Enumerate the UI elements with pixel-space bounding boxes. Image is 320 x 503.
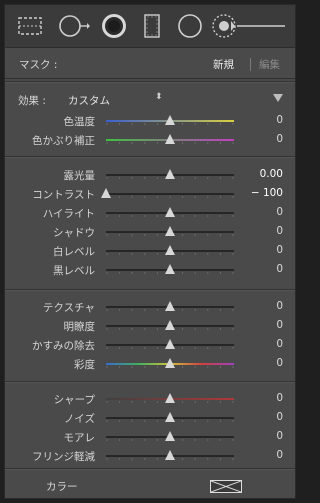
slider-row-defringe: フリンジ軽減 0 [5, 447, 295, 465]
sharpness-slider-thumb[interactable] [165, 393, 175, 403]
section-divider [5, 289, 295, 291]
tint-value[interactable]: 0 [276, 133, 283, 145]
dehaze-value[interactable]: 0 [276, 338, 283, 350]
saturation-value[interactable]: 0 [276, 357, 283, 369]
highlights-slider-thumb[interactable] [165, 207, 175, 217]
saturation-slider-thumb[interactable] [165, 358, 175, 368]
tint-label: 色かぶり補正 [32, 135, 95, 147]
shadows-label: シャドウ [53, 227, 95, 239]
range-mask-brush-size-icon[interactable] [211, 13, 289, 39]
mask-label: マスク : [19, 59, 58, 71]
dehaze-label: かすみの除去 [32, 340, 95, 352]
slider-row-texture: テクスチャ 0 [5, 298, 295, 316]
tint-slider-thumb[interactable] [165, 134, 175, 144]
defringe-label: フリンジ軽減 [32, 451, 95, 463]
slider-row-dehaze: かすみの除去 0 [5, 336, 295, 354]
slider-row-saturation: 彩度 0 [5, 355, 295, 373]
contrast-slider-track[interactable] [106, 193, 234, 195]
clarity-label: 明瞭度 [63, 321, 96, 333]
temp-slider-thumb[interactable] [165, 115, 175, 125]
effect-label: 効果 : [18, 95, 46, 107]
effect-row: 効果 : カスタム ⬍ [5, 91, 295, 109]
blacks-label: 黒レベル [53, 265, 95, 277]
temp-label: 色温度 [63, 116, 96, 128]
section-divider [5, 156, 295, 158]
section-divider [5, 381, 295, 383]
exposure-slider-thumb[interactable] [165, 169, 175, 179]
crop-overlay-tool-icon[interactable] [139, 13, 165, 39]
whites-label: 白レベル [53, 246, 95, 258]
color-label: カラー [46, 481, 78, 493]
shadows-value[interactable]: 0 [276, 225, 283, 237]
spot-removal-tool-icon[interactable] [57, 13, 91, 39]
dehaze-slider-thumb[interactable] [165, 339, 175, 349]
adjustment-brush-tool-icon[interactable] [99, 13, 129, 39]
mask-separator [250, 58, 251, 71]
saturation-label: 彩度 [74, 359, 95, 371]
blacks-slider-thumb[interactable] [165, 264, 175, 274]
whites-slider-thumb[interactable] [165, 245, 175, 255]
blacks-value[interactable]: 0 [276, 263, 283, 275]
texture-label: テクスチャ [42, 302, 95, 314]
defringe-slider-thumb[interactable] [165, 450, 175, 460]
contrast-slider-ticks [106, 196, 234, 198]
effect-preset-dropdown[interactable]: カスタム [68, 93, 110, 108]
slider-row-shadows: シャドウ 0 [5, 223, 295, 241]
slider-row-tint: 色かぶり補正 0 [5, 131, 295, 149]
whites-value[interactable]: 0 [276, 244, 283, 256]
mask-edit-button[interactable]: 編集 [259, 57, 280, 72]
noise-slider-thumb[interactable] [165, 412, 175, 422]
moire-slider-thumb[interactable] [165, 431, 175, 441]
contrast-value[interactable]: − 100 [251, 187, 283, 199]
texture-slider-thumb[interactable] [165, 301, 175, 311]
exposure-label: 露光量 [63, 170, 96, 182]
slider-row-blacks: 黒レベル 0 [5, 261, 295, 279]
tool-strip [5, 5, 295, 48]
sharpness-label: シャープ [53, 394, 95, 406]
slider-row-whites: 白レベル 0 [5, 242, 295, 260]
clarity-slider-thumb[interactable] [165, 320, 175, 330]
color-row: カラー [5, 475, 295, 495]
slider-row-moire: モアレ 0 [5, 428, 295, 446]
clarity-value[interactable]: 0 [276, 319, 283, 331]
noise-value[interactable]: 0 [276, 411, 283, 423]
slider-row-sharpness: シャープ 0 [5, 390, 295, 408]
defringe-value[interactable]: 0 [276, 449, 283, 461]
section-divider [5, 81, 295, 83]
section-divider [5, 468, 295, 470]
slider-row-contrast: コントラスト − 100 [5, 185, 295, 203]
collapse-triangle-icon[interactable] [273, 94, 283, 102]
radial-filter-tool-icon[interactable] [175, 13, 205, 39]
highlights-label: ハイライト [42, 208, 95, 220]
highlights-value[interactable]: 0 [276, 206, 283, 218]
effect-preset-stepper-icon[interactable]: ⬍ [155, 92, 163, 102]
slider-row-clarity: 明瞭度 0 [5, 317, 295, 335]
moire-value[interactable]: 0 [276, 430, 283, 442]
slider-row-temp: 色温度 0 [5, 112, 295, 130]
mask-row: マスク : 新規 編集 [5, 48, 295, 79]
moire-label: モアレ [63, 432, 96, 444]
exposure-value[interactable]: 0.00 [260, 168, 283, 180]
texture-value[interactable]: 0 [276, 300, 283, 312]
slider-row-highlights: ハイライト 0 [5, 204, 295, 222]
contrast-slider-thumb[interactable] [101, 188, 111, 198]
local-adjustment-panel: マスク : 新規 編集 効果 : カスタム ⬍ 色温度 0 色かぶり補正 0 露光量 0.… [4, 4, 296, 499]
graduated-filter-tool-icon[interactable] [15, 13, 45, 39]
noise-label: ノイズ [63, 413, 95, 425]
temp-value[interactable]: 0 [276, 114, 283, 126]
color-swatch[interactable] [210, 480, 242, 493]
shadows-slider-thumb[interactable] [165, 226, 175, 236]
slider-row-exposure: 露光量 0.00 [5, 166, 295, 184]
mask-new-button[interactable]: 新規 [213, 57, 234, 72]
sharpness-value[interactable]: 0 [276, 392, 283, 404]
slider-row-noise: ノイズ 0 [5, 409, 295, 427]
contrast-label: コントラスト [32, 189, 95, 201]
